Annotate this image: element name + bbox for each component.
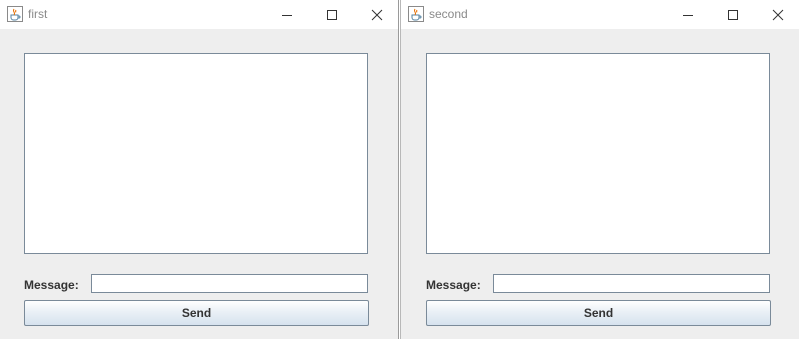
message-input[interactable] bbox=[493, 274, 770, 293]
message-input[interactable] bbox=[91, 274, 368, 293]
window-second: second Message: Send bbox=[400, 0, 799, 339]
chat-history-area[interactable] bbox=[24, 53, 368, 254]
minimize-button[interactable] bbox=[665, 0, 711, 29]
chat-history-area[interactable] bbox=[426, 53, 770, 254]
window-content: Message: Send bbox=[401, 29, 799, 339]
title-bar[interactable]: second bbox=[401, 0, 799, 29]
java-coffee-cup-icon[interactable] bbox=[408, 6, 424, 22]
maximize-icon bbox=[728, 9, 738, 20]
window-title: second bbox=[429, 7, 468, 21]
close-icon bbox=[772, 9, 784, 20]
message-label: Message: bbox=[24, 278, 79, 292]
send-button[interactable]: Send bbox=[426, 300, 771, 326]
message-label: Message: bbox=[426, 278, 481, 292]
minimize-icon bbox=[683, 14, 693, 16]
minimize-icon bbox=[282, 14, 292, 16]
close-button[interactable] bbox=[354, 0, 400, 29]
minimize-button[interactable] bbox=[264, 0, 310, 29]
maximize-button[interactable] bbox=[309, 0, 355, 29]
java-coffee-cup-icon[interactable] bbox=[7, 6, 23, 22]
maximize-icon bbox=[327, 9, 337, 20]
close-icon bbox=[371, 9, 383, 20]
window-content: Message: Send bbox=[0, 29, 398, 339]
close-button[interactable] bbox=[755, 0, 799, 29]
send-button[interactable]: Send bbox=[24, 300, 369, 326]
title-bar[interactable]: first bbox=[0, 0, 398, 29]
maximize-button[interactable] bbox=[710, 0, 756, 29]
window-first: first Message: Send bbox=[0, 0, 399, 339]
window-title: first bbox=[28, 7, 48, 21]
